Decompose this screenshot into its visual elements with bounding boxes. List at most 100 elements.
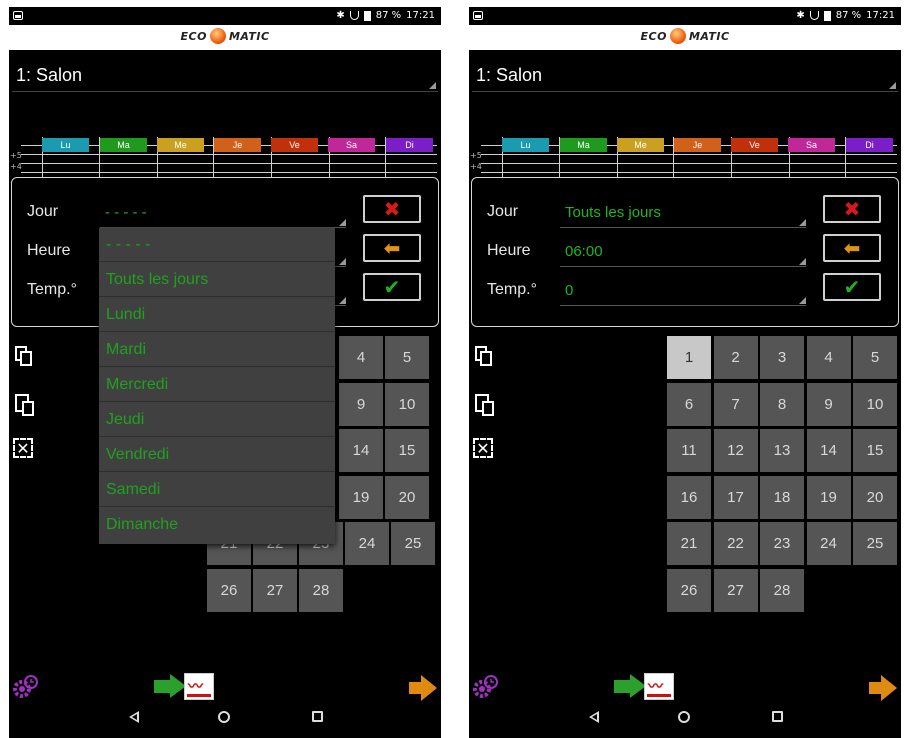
- jour-select[interactable]: Touts les jours: [560, 199, 806, 228]
- confirm-button[interactable]: ✔: [363, 273, 421, 301]
- dropdown-option[interactable]: Mercredi: [99, 368, 335, 402]
- day-chip-sa[interactable]: Sa: [328, 138, 375, 152]
- dropdown-option[interactable]: - - - - -: [99, 228, 335, 262]
- day-chip-ve[interactable]: Ve: [731, 138, 778, 152]
- back-button[interactable]: ⬅: [363, 234, 421, 262]
- calendar-day[interactable]: 17: [713, 475, 758, 519]
- day-chip-me[interactable]: Me: [157, 138, 204, 152]
- calendar-day[interactable]: 19: [806, 475, 851, 519]
- calendar-day[interactable]: 26: [207, 569, 251, 612]
- calendar-day[interactable]: 11: [667, 429, 711, 473]
- calendar-day[interactable]: 24: [345, 522, 389, 565]
- day-chip-sa[interactable]: Sa: [788, 138, 835, 152]
- paste-icon[interactable]: [473, 391, 495, 417]
- calendar-day[interactable]: 6: [667, 382, 711, 426]
- calendar-day[interactable]: 8: [760, 382, 804, 426]
- calendar-day[interactable]: 1: [667, 336, 711, 379]
- calendar-day[interactable]: 16: [667, 475, 711, 519]
- calendar-day[interactable]: 25: [391, 522, 435, 565]
- dropdown-option[interactable]: Lundi: [99, 298, 335, 332]
- delete-button[interactable]: ✖: [823, 195, 881, 223]
- calendar-day[interactable]: 21: [667, 522, 711, 566]
- heure-select[interactable]: 06:00: [560, 238, 806, 267]
- delete-button[interactable]: ✖: [363, 195, 421, 223]
- day-chip-je[interactable]: Je: [214, 138, 261, 152]
- calendar-day[interactable]: 14: [339, 429, 383, 472]
- next-arrow-icon[interactable]: [869, 675, 899, 701]
- jour-value: Touts les jours: [565, 204, 661, 221]
- calendar-day[interactable]: 4: [339, 336, 383, 379]
- calendar-day[interactable]: 5: [385, 336, 429, 379]
- jour-select[interactable]: - - - - -: [100, 199, 346, 228]
- back-icon[interactable]: [589, 711, 599, 723]
- calendar-day[interactable]: 24: [806, 522, 851, 566]
- calendar-day[interactable]: 25: [853, 522, 897, 566]
- day-chip-di[interactable]: Di: [386, 138, 433, 152]
- back-button[interactable]: ⬅: [823, 234, 881, 262]
- dropdown-option[interactable]: Vendredi: [99, 438, 335, 472]
- dropdown-option[interactable]: Jeudi: [99, 403, 335, 437]
- calendar-day[interactable]: 7: [713, 382, 758, 426]
- day-chip-je[interactable]: Je: [674, 138, 721, 152]
- dropdown-arrow-icon: [799, 219, 806, 226]
- home-icon[interactable]: [678, 711, 690, 723]
- calendar-day[interactable]: 15: [385, 429, 429, 472]
- dropdown-option[interactable]: Samedi: [99, 473, 335, 507]
- calendar-day[interactable]: 18: [760, 475, 804, 519]
- calendar-day[interactable]: 14: [806, 429, 851, 473]
- calendar-day[interactable]: 27: [713, 569, 758, 612]
- confirm-button[interactable]: ✔: [823, 273, 881, 301]
- calendar-day[interactable]: 12: [713, 429, 758, 473]
- copy-icon[interactable]: [473, 344, 495, 370]
- temp-select[interactable]: 0: [560, 277, 806, 306]
- send-to-heater-button[interactable]: 〰: [614, 671, 676, 703]
- dropdown-option[interactable]: Touts les jours: [99, 263, 335, 297]
- recent-apps-icon[interactable]: [312, 711, 323, 722]
- calendar-day[interactable]: 26: [667, 569, 711, 612]
- temp-label: Temp.°: [487, 281, 537, 298]
- calendar-day[interactable]: 13: [760, 429, 804, 473]
- dropdown-option[interactable]: Mardi: [99, 333, 335, 367]
- back-icon[interactable]: [129, 711, 139, 723]
- paste-icon[interactable]: [13, 391, 35, 417]
- heure-row: Heure 06:00: [472, 238, 812, 268]
- dropdown-option[interactable]: Dimanche: [99, 508, 335, 542]
- day-chip-me[interactable]: Me: [617, 138, 664, 152]
- room-selector[interactable]: 1: Salon: [472, 63, 898, 92]
- calendar-day[interactable]: 20: [853, 475, 897, 519]
- calendar-day[interactable]: 9: [806, 382, 851, 426]
- settings-clock-icon[interactable]: [12, 674, 38, 700]
- next-arrow-icon[interactable]: [409, 675, 439, 701]
- calendar-day[interactable]: 10: [853, 382, 897, 426]
- recent-apps-icon[interactable]: [772, 711, 783, 722]
- day-chip-ma[interactable]: Ma: [560, 138, 607, 152]
- day-chip-lu[interactable]: Lu: [42, 138, 89, 152]
- home-icon[interactable]: [218, 711, 230, 723]
- day-chip-di[interactable]: Di: [846, 138, 893, 152]
- calendar-day[interactable]: 28: [760, 569, 804, 612]
- delete-selection-icon[interactable]: ✕: [473, 438, 493, 458]
- jour-row: Jour - - - - -: [12, 199, 352, 229]
- day-chip-ve[interactable]: Ve: [271, 138, 318, 152]
- send-to-heater-button[interactable]: 〰: [154, 671, 216, 703]
- copy-icon[interactable]: [13, 344, 35, 370]
- calendar-day[interactable]: 3: [760, 336, 804, 379]
- calendar-day[interactable]: 9: [339, 383, 383, 426]
- jour-row: Jour Touts les jours: [472, 199, 812, 229]
- calendar-day[interactable]: 22: [713, 522, 758, 566]
- calendar-day[interactable]: 4: [806, 336, 851, 379]
- calendar-day[interactable]: 15: [853, 429, 897, 473]
- room-selector[interactable]: 1: Salon: [12, 63, 438, 92]
- calendar-day[interactable]: 2: [713, 336, 758, 379]
- day-chip-ma[interactable]: Ma: [100, 138, 147, 152]
- calendar-day[interactable]: 19: [339, 476, 383, 519]
- day-chip-lu[interactable]: Lu: [502, 138, 549, 152]
- calendar-day[interactable]: 10: [385, 383, 429, 426]
- settings-clock-icon[interactable]: [472, 674, 498, 700]
- calendar-day[interactable]: 27: [253, 569, 297, 612]
- calendar-day[interactable]: 20: [385, 476, 429, 519]
- delete-selection-icon[interactable]: ✕: [13, 438, 33, 458]
- calendar-day[interactable]: 5: [853, 336, 897, 379]
- calendar-day[interactable]: 28: [299, 569, 343, 612]
- calendar-day[interactable]: 23: [760, 522, 804, 566]
